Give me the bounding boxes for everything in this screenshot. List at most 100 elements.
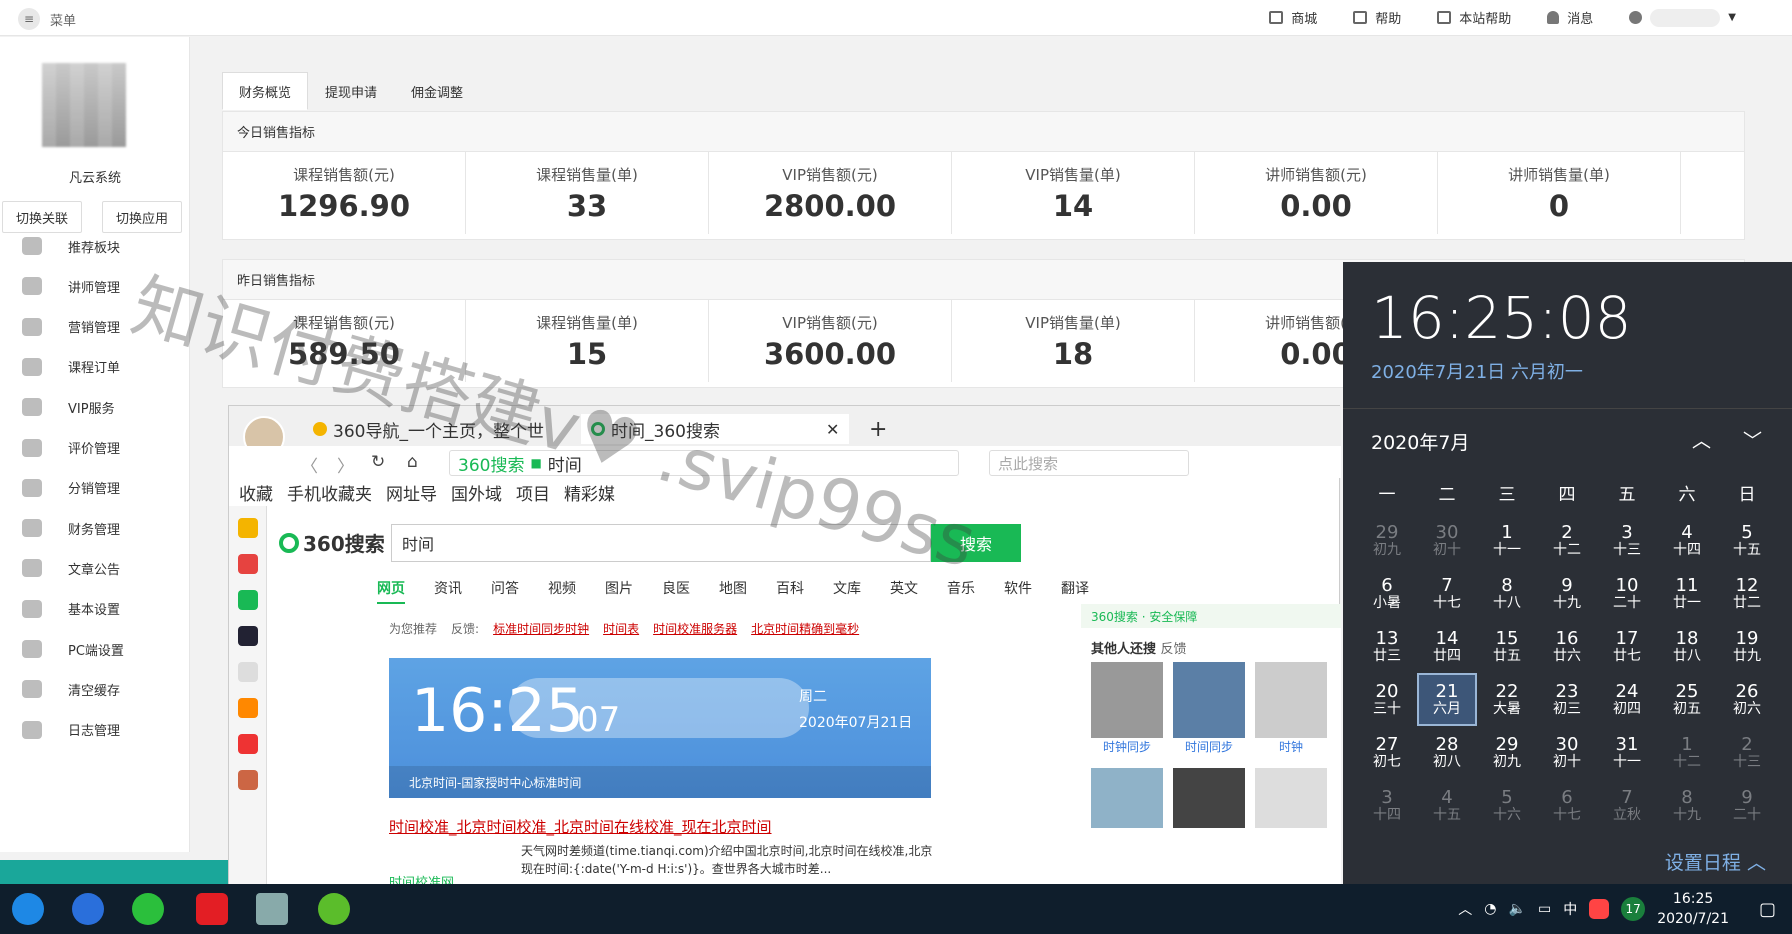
thumbnail[interactable]	[1091, 768, 1163, 828]
clock-date[interactable]: 2020年7月21日 六月初一	[1371, 358, 1583, 384]
bookmark-item[interactable]: 收藏	[239, 480, 273, 505]
calendar-day[interactable]: 15 廿五	[1477, 620, 1537, 673]
calendar-day[interactable]: 8 十九	[1657, 779, 1717, 832]
calendar-day[interactable]: 6 小暑	[1357, 567, 1417, 620]
rec-link[interactable]: 标准时间同步时钟	[493, 620, 589, 637]
result-tab[interactable]: 资讯	[434, 578, 462, 604]
back-icon[interactable]: 〈	[301, 452, 318, 477]
calendar-day[interactable]: 16 廿六	[1537, 620, 1597, 673]
network-icon[interactable]: ◔	[1484, 901, 1496, 917]
chevron-down-icon[interactable]: ﹀	[1743, 426, 1762, 453]
calendar-day[interactable]: 11 廿一	[1657, 567, 1717, 620]
calendar-day[interactable]: 28 初八	[1417, 726, 1477, 779]
tab-commission-adjust[interactable]: 佣金调整	[394, 72, 480, 110]
calendar-day[interactable]: 25 初五	[1657, 673, 1717, 726]
ime-indicator[interactable]: 中	[1563, 899, 1577, 919]
rec-link[interactable]: 北京时间精确到毫秒	[751, 620, 859, 637]
calendar-day[interactable]: 29 初九	[1477, 726, 1537, 779]
reload-icon[interactable]: ↻	[371, 452, 385, 472]
result-title-link[interactable]: 时间校准_北京时间校准_北京时间在线校准_现在北京时间	[389, 816, 772, 837]
result-tab[interactable]: 问答	[491, 578, 519, 604]
search-query-input[interactable]: 时间	[391, 524, 931, 562]
tab-withdraw-request[interactable]: 提现申请	[308, 72, 394, 110]
bookmark-item[interactable]: 手机收藏夹	[287, 480, 372, 505]
rec-link[interactable]: 时间表	[603, 620, 639, 637]
related-item[interactable]: 时间同步	[1173, 662, 1245, 755]
notification-badge[interactable]: 17	[1621, 897, 1646, 921]
browser-search-input[interactable]: 点此搜索	[989, 450, 1189, 476]
favorite-star-icon[interactable]	[238, 518, 258, 538]
bookmark-item[interactable]: 国外域	[451, 480, 502, 505]
calendar-month[interactable]: 2020年7月	[1371, 428, 1469, 455]
result-tab[interactable]: 网页	[377, 578, 405, 604]
bookmark-item[interactable]: 精彩媒	[564, 480, 615, 505]
calendar-day[interactable]: 5 十五	[1717, 514, 1777, 567]
menu-button[interactable]: ≡ 菜单	[18, 8, 76, 30]
chevron-up-icon[interactable]: ︿	[1692, 426, 1711, 453]
sidebar-item-clear-cache[interactable]: 清空缓存	[0, 666, 190, 712]
result-tab[interactable]: 翻译	[1061, 578, 1089, 604]
calendar-day[interactable]: 26 初六	[1717, 673, 1777, 726]
sidebar-item-article[interactable]: 文章公告	[0, 545, 190, 591]
calendar-day[interactable]: 3 十三	[1597, 514, 1657, 567]
sidebar-item-marketing[interactable]: 营销管理	[0, 304, 190, 350]
calendar-day[interactable]: 1 十二	[1657, 726, 1717, 779]
calendar-day[interactable]: 30 初十	[1537, 726, 1597, 779]
calendar-day[interactable]: 9 十九	[1537, 567, 1597, 620]
edge-icon[interactable]	[12, 893, 44, 925]
forward-icon[interactable]: 〉	[337, 452, 354, 477]
calendar-day[interactable]: 17 廿七	[1597, 620, 1657, 673]
sogou-tray-icon[interactable]	[1589, 899, 1610, 919]
calendar-day[interactable]: 6 十七	[1537, 779, 1597, 832]
taskbar-clock[interactable]: 16:25 2020/7/21	[1657, 889, 1729, 929]
novel-icon[interactable]	[238, 698, 258, 718]
sidebar-item-review[interactable]: 评价管理	[0, 425, 190, 471]
calendar-day[interactable]: 7 十七	[1417, 567, 1477, 620]
sidebar-item-lecturer[interactable]: 讲师管理	[0, 263, 190, 309]
result-tab[interactable]: 良医	[662, 578, 690, 604]
action-center-icon[interactable]: ▢	[1759, 899, 1776, 920]
search-button[interactable]: 搜索	[931, 524, 1021, 562]
result-tab[interactable]: 英文	[890, 578, 918, 604]
volume-icon[interactable]: 🔈	[1509, 901, 1526, 917]
close-icon[interactable]: ✕	[826, 420, 839, 439]
calendar-day[interactable]: 23 初三	[1537, 673, 1597, 726]
result-tab[interactable]: 文库	[833, 578, 861, 604]
shop-link[interactable]: 商城	[1269, 8, 1317, 27]
calendar-day[interactable]: 7 立秋	[1597, 779, 1657, 832]
help-link[interactable]: 帮助	[1353, 8, 1401, 27]
sidebar-item-distribution[interactable]: 分销管理	[0, 465, 190, 511]
calendar-day[interactable]: 24 初四	[1597, 673, 1657, 726]
calendar-day[interactable]: 9 二十	[1717, 779, 1777, 832]
wechat-icon[interactable]	[132, 893, 164, 925]
notepad-icon[interactable]	[256, 893, 288, 925]
calendar-day[interactable]: 22 大暑	[1477, 673, 1537, 726]
calendar-day[interactable]: 2 十二	[1537, 514, 1597, 567]
home-icon[interactable]: ⌂	[407, 452, 418, 472]
set-schedule-button[interactable]: 设置日程 ︿	[1665, 848, 1766, 875]
tab-finance-overview[interactable]: 财务概览	[222, 72, 309, 110]
bookmark-item[interactable]: 网址导	[386, 480, 437, 505]
result-tab[interactable]: 图片	[605, 578, 633, 604]
sidebar-item-pc-settings[interactable]: PC端设置	[0, 626, 190, 672]
result-tab[interactable]: 视频	[548, 578, 576, 604]
new-tab-button[interactable]: +	[869, 414, 887, 444]
calendar-day[interactable]: 4 十四	[1657, 514, 1717, 567]
calendar-day[interactable]: 12 廿二	[1717, 567, 1777, 620]
calendar-day[interactable]: 30 初十	[1417, 514, 1477, 567]
calendar-day-today[interactable]: 21 六月	[1417, 673, 1477, 726]
chevron-up-icon[interactable]: ︿	[1458, 899, 1472, 919]
user-menu[interactable]: ▼	[1629, 8, 1736, 27]
sidebar-item-course-order[interactable]: 课程订单	[0, 344, 190, 390]
doc-icon[interactable]	[238, 662, 258, 682]
shop-app-icon[interactable]	[238, 734, 258, 754]
result-tab[interactable]: 百科	[776, 578, 804, 604]
calendar-day[interactable]: 19 廿九	[1717, 620, 1777, 673]
thumbnail[interactable]	[1255, 768, 1327, 828]
mail-icon[interactable]	[238, 590, 258, 610]
site-help-link[interactable]: 本站帮助	[1437, 8, 1511, 27]
browser-tab-360nav[interactable]: 360导航_一个主页，整个世	[313, 414, 544, 444]
calendar-day[interactable]: 4 十五	[1417, 779, 1477, 832]
calendar-day[interactable]: 27 初七	[1357, 726, 1417, 779]
game-icon[interactable]	[238, 626, 258, 646]
